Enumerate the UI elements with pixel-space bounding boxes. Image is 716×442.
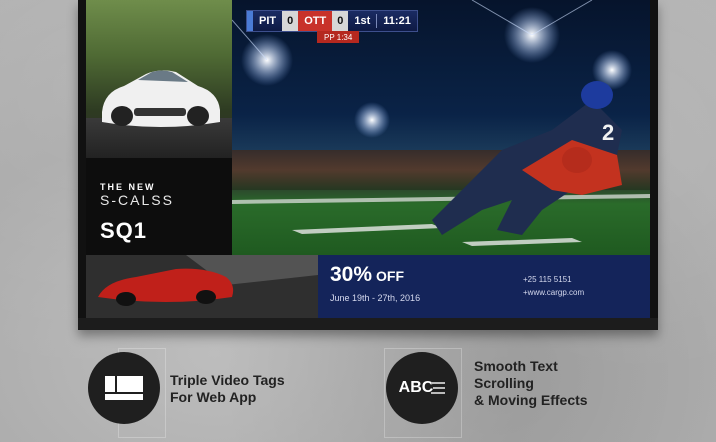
scoreboard: PIT 0 OTT 0 1st 11:21	[246, 10, 418, 32]
tv-display: 2 THE NEW S-CALSS SQ1 PIT 0 OTT 0 1st 11…	[78, 0, 658, 330]
feature-1-text: Triple Video Tags For Web App	[170, 372, 285, 406]
feature-2-text: Smooth Text Scrolling & Moving Effects	[474, 358, 588, 409]
triple-video-icon	[88, 352, 160, 424]
football-players: 2	[432, 81, 622, 235]
abc-glyph: ABC	[398, 379, 434, 396]
feature-2-line-1: Smooth Text	[474, 358, 558, 374]
feature-2-line-2: Scrolling	[474, 375, 534, 391]
white-car-icon	[102, 70, 220, 127]
team-b-score: 0	[332, 11, 349, 31]
ad-dates: June 19th - 27th, 2016	[330, 293, 421, 303]
tv-bezel-bottom	[78, 318, 658, 330]
feature-1-line-2: For Web App	[170, 389, 257, 405]
tv-screen: 2 THE NEW S-CALSS SQ1 PIT 0 OTT 0 1st 11…	[86, 0, 650, 318]
team-a-name: PIT	[259, 15, 277, 27]
svg-text:2: 2	[602, 120, 614, 145]
text-scroll-icon: ABC	[386, 352, 458, 424]
ad-website: +www.cargp.com	[523, 288, 585, 297]
game-clock: 11:21	[383, 15, 411, 27]
white-car-image	[86, 0, 232, 158]
promo-model: SQ1	[100, 218, 148, 243]
discount-off: OFF	[376, 268, 405, 284]
feature-smooth-text-scrolling: ABC Smooth Text Scrolling & Moving Effec…	[384, 348, 656, 438]
promo-line-2: S-CALSS	[100, 192, 174, 208]
period: 1st	[354, 15, 371, 27]
red-car-image	[86, 255, 318, 318]
motion-lines-icon	[431, 382, 446, 394]
power-play-badge: PP 1:34	[317, 31, 360, 43]
car-promo-panel: THE NEW S-CALSS SQ1	[86, 158, 232, 255]
discount-percent: 30%	[330, 263, 373, 286]
promo-line-1: THE NEW	[100, 182, 156, 192]
discount-text: 30% OFF	[330, 263, 404, 287]
team-b-name: OTT	[298, 11, 333, 31]
team-a-score: 0	[282, 11, 299, 31]
football-video: 2	[232, 0, 650, 255]
ad-phone: +25 115 5151	[523, 275, 572, 284]
red-car-icon	[86, 255, 318, 318]
feature-triple-video-tags: Triple Video Tags For Web App	[88, 348, 338, 438]
discount-ad-banner: 30% OFF June 19th - 27th, 2016 +25 115 51…	[318, 255, 650, 318]
feature-2-line-3: & Moving Effects	[474, 392, 588, 408]
feature-1-line-1: Triple Video Tags	[170, 372, 285, 388]
